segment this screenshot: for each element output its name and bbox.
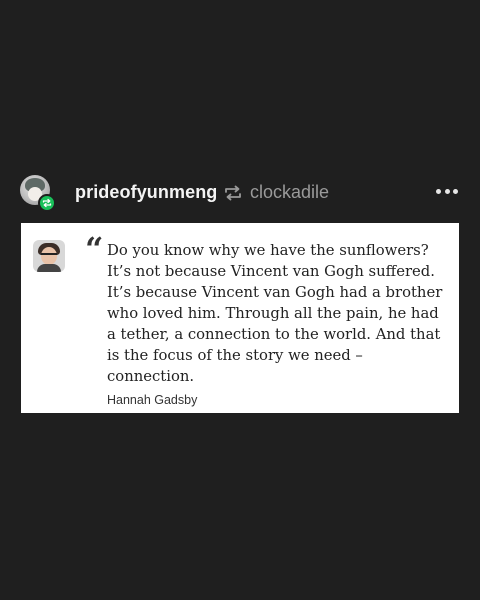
- quote-mark-icon: “: [85, 230, 104, 268]
- quote-text: Do you know why we have the sunflowers? …: [107, 242, 443, 385]
- username-link[interactable]: prideofyunmeng: [75, 182, 217, 203]
- more-dot: [444, 188, 450, 194]
- reblog-icon: [223, 183, 243, 203]
- post-header: prideofyunmeng clockadile: [20, 173, 462, 213]
- reblog-badge-icon: [38, 194, 56, 212]
- quote-image: “ Do you know why we have the sunflowers…: [21, 223, 459, 413]
- avatar-shirt: [37, 264, 61, 272]
- more-dot: [436, 188, 441, 194]
- more-dot: [453, 188, 458, 194]
- more-options-icon[interactable]: [436, 181, 458, 201]
- quote-author: Hannah Gadsby: [107, 393, 198, 407]
- user-avatar[interactable]: [20, 175, 56, 212]
- reblog-source-link[interactable]: clockadile: [250, 182, 329, 203]
- author-avatar: [33, 240, 65, 272]
- avatar-glasses: [41, 253, 57, 259]
